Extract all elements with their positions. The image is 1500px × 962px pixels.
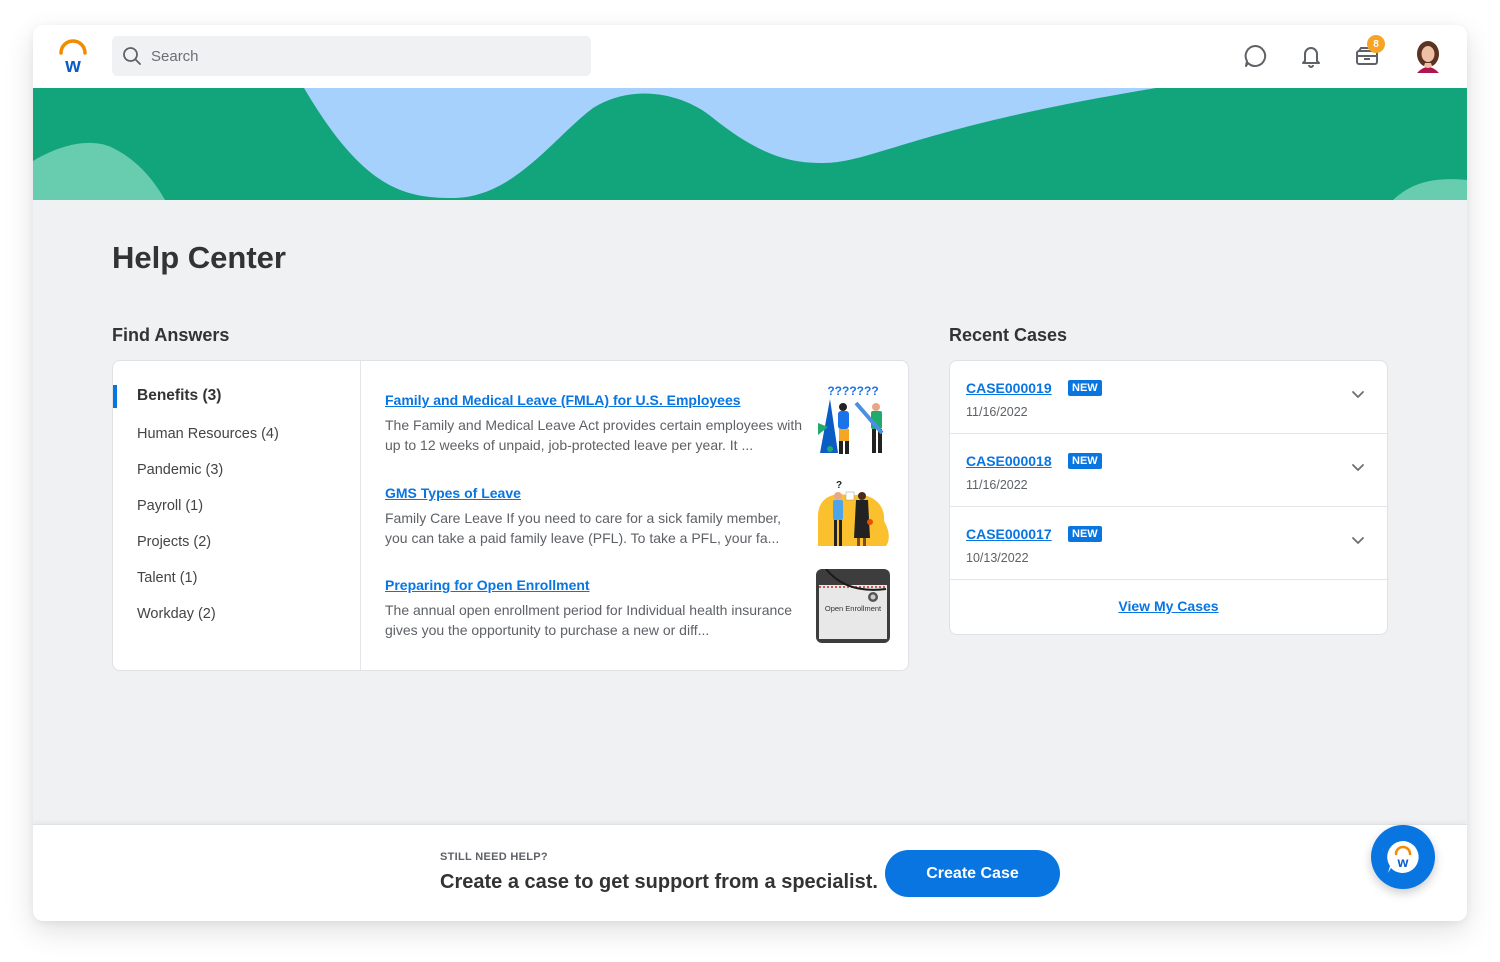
footer-eyebrow: STILL NEED HELP? — [440, 851, 548, 863]
inbox-badge: 8 — [1367, 35, 1385, 53]
top-bar: w 8 — [33, 25, 1467, 88]
case-date: 10/13/2022 — [966, 551, 1029, 565]
svg-text:?: ? — [836, 480, 842, 491]
article-snippet: The Family and Medical Leave Act provide… — [385, 417, 803, 453]
category-talent[interactable]: Talent (1) — [137, 570, 197, 586]
active-category-indicator — [113, 385, 117, 408]
footer-message: Create a case to get support from a spec… — [440, 871, 878, 893]
category-payroll[interactable]: Payroll (1) — [137, 498, 203, 514]
case-link[interactable]: CASE000019 — [966, 380, 1052, 396]
article-item: Family and Medical Leave (FMLA) for U.S.… — [385, 392, 805, 455]
svg-text:w: w — [64, 55, 81, 75]
workday-logo[interactable]: w — [57, 39, 89, 75]
recent-cases-title: Recent Cases — [949, 325, 1068, 345]
case-link[interactable]: CASE000017 — [966, 526, 1052, 542]
svg-text:w: w — [1397, 854, 1409, 870]
find-answers-title: Find Answers — [112, 325, 230, 345]
article-link[interactable]: Preparing for Open Enrollment — [385, 577, 805, 593]
help-footer: STILL NEED HELP? Create a case to get su… — [33, 824, 1467, 921]
category-human-resources[interactable]: Human Resources (4) — [137, 426, 279, 442]
status-badge: NEW — [1068, 526, 1102, 542]
search-input[interactable] — [151, 47, 571, 65]
chevron-down-icon[interactable] — [1349, 458, 1367, 476]
article-snippet: The annual open enrollment period for In… — [385, 602, 793, 638]
chevron-down-icon[interactable] — [1349, 385, 1367, 403]
chat-button[interactable] — [1240, 41, 1270, 71]
article-snippet: Family Care Leave If you need to care fo… — [385, 510, 782, 546]
app-window: w 8 Help Center — [33, 25, 1467, 921]
category-list: Benefits (3) Human Resources (4) Pandemi… — [113, 361, 361, 670]
status-badge: NEW — [1068, 380, 1102, 396]
case-link[interactable]: CASE000018 — [966, 453, 1052, 469]
article-item: GMS Types of Leave Family Care Leave If … — [385, 485, 805, 548]
bell-icon — [1302, 47, 1320, 68]
category-pandemic[interactable]: Pandemic (3) — [137, 462, 223, 478]
svg-text:???????: ??????? — [827, 384, 878, 398]
people-questions-illustration[interactable]: ??????? — [816, 383, 890, 457]
create-case-button[interactable]: Create Case — [885, 850, 1060, 897]
chat-icon — [1244, 44, 1267, 67]
workday-assistant-icon: w — [1387, 841, 1419, 873]
case-date: 11/16/2022 — [966, 478, 1028, 492]
page-title: Help Center — [112, 240, 286, 275]
two-people-talking-illustration[interactable]: ? — [816, 476, 890, 550]
case-date: 11/16/2022 — [966, 405, 1028, 419]
recent-cases-card: CASE000019 NEW 11/16/2022 CASE000018 NEW… — [949, 360, 1388, 635]
case-row[interactable]: CASE000019 NEW 11/16/2022 — [950, 361, 1387, 434]
search-bar[interactable] — [112, 36, 591, 76]
find-answers-card: Benefits (3) Human Resources (4) Pandemi… — [112, 360, 909, 671]
thumbnail-text: Open Enrollment — [825, 604, 882, 613]
article-item: Preparing for Open Enrollment The annual… — [385, 577, 805, 640]
case-row[interactable]: CASE000018 NEW 11/16/2022 — [950, 434, 1387, 507]
inbox-button[interactable]: 8 — [1352, 35, 1385, 71]
article-link[interactable]: Family and Medical Leave (FMLA) for U.S.… — [385, 392, 805, 408]
category-workday[interactable]: Workday (2) — [137, 606, 216, 622]
category-benefits[interactable]: Benefits (3) — [137, 387, 221, 405]
chevron-down-icon[interactable] — [1349, 531, 1367, 549]
search-icon — [121, 45, 143, 67]
header-banner — [33, 88, 1467, 200]
assistant-chat-button[interactable]: w — [1371, 825, 1435, 889]
view-my-cases-link[interactable]: View My Cases — [950, 598, 1387, 614]
case-row[interactable]: CASE000017 NEW 10/13/2022 — [950, 507, 1387, 580]
status-badge: NEW — [1068, 453, 1102, 469]
notifications-button[interactable] — [1296, 41, 1326, 71]
category-projects[interactable]: Projects (2) — [137, 534, 211, 550]
article-link[interactable]: GMS Types of Leave — [385, 485, 805, 501]
open-enrollment-photo[interactable]: Open Enrollment — [816, 569, 890, 643]
avatar[interactable] — [1413, 39, 1443, 73]
